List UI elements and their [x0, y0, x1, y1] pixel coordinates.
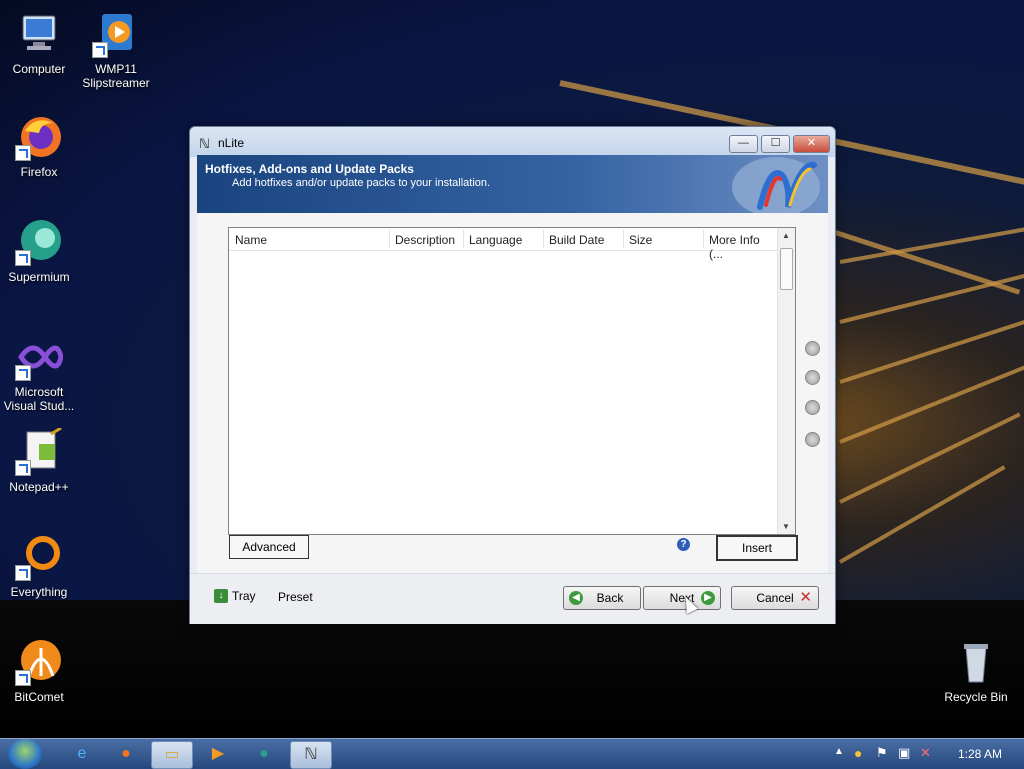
column-header-name[interactable]: Name: [235, 233, 267, 247]
taskbar: e ● ▭ ▶ ● ℕ ▲ ● ⚑ ▣ ✕ 1:28 AM: [0, 738, 1024, 769]
cancel-label: Cancel: [756, 591, 794, 605]
list-scrollbar[interactable]: ▲ ▼: [777, 228, 795, 534]
desktop-icon-label: Computer: [12, 62, 66, 76]
computer-icon: [15, 10, 63, 58]
tray-status-icon[interactable]: ●: [854, 745, 862, 761]
desktop-icon-bitcomet[interactable]: BitComet: [1, 638, 77, 704]
desktop-icon-label: WMP11 Slipstreamer: [82, 62, 150, 90]
wizard-footer: ↓ Tray Preset ◀ Back Next ▶ Cancel ✕: [190, 573, 835, 624]
desktop-icon-label: Recycle Bin: [944, 690, 1008, 704]
list-header: Name Description Language Build Date Siz…: [229, 228, 777, 261]
tray-button[interactable]: ↓ Tray: [214, 589, 256, 603]
supermium-icon: [15, 218, 63, 266]
shortcut-arrow-icon: [15, 670, 31, 686]
taskbar-ie-icon[interactable]: e: [62, 741, 102, 767]
insert-button[interactable]: Insert: [716, 535, 798, 561]
next-arrow-icon: ▶: [701, 591, 715, 605]
move-top-button[interactable]: [805, 341, 820, 356]
taskbar-supermium-icon[interactable]: ●: [244, 741, 284, 767]
move-down-button[interactable]: [805, 400, 820, 415]
tray-label: Tray: [232, 589, 256, 603]
minimize-button[interactable]: —: [729, 135, 758, 153]
desktop-icon-label: Microsoft Visual Stud...: [3, 385, 75, 413]
start-button[interactable]: [8, 739, 42, 769]
media-player-icon: [92, 10, 140, 58]
title-bar[interactable]: ℕ nLite — ☐ ✕: [190, 127, 835, 157]
maximize-button[interactable]: ☐: [761, 135, 790, 153]
desktop-icon-recycle-bin[interactable]: Recycle Bin: [938, 638, 1014, 704]
desktop-icon-computer[interactable]: Computer: [1, 10, 77, 76]
taskbar-explorer-icon[interactable]: ▭: [151, 741, 193, 769]
scroll-up-icon[interactable]: ▲: [782, 231, 790, 240]
back-arrow-icon: ◀: [569, 591, 583, 605]
network-icon[interactable]: ▣: [898, 745, 910, 761]
cancel-x-icon: ✕: [799, 589, 812, 606]
column-header-build-date[interactable]: Build Date: [549, 233, 604, 247]
desktop-icon-label: BitComet: [14, 690, 64, 704]
back-label: Back: [596, 591, 624, 605]
tray-icon: ↓: [214, 589, 228, 603]
desktop-icon-notepadpp[interactable]: Notepad++: [1, 426, 77, 494]
column-header-size[interactable]: Size: [629, 233, 652, 247]
scroll-down-icon[interactable]: ▼: [782, 522, 790, 531]
content-area: Name Description Language Build Date Siz…: [197, 213, 828, 573]
notepadpp-icon: [15, 426, 63, 476]
close-button[interactable]: ✕: [793, 135, 830, 153]
shortcut-arrow-icon: [15, 460, 31, 476]
back-button[interactable]: ◀ Back: [563, 586, 641, 610]
help-icon[interactable]: ?: [677, 538, 690, 551]
desktop-icon-label: Everything: [10, 585, 68, 599]
move-bottom-button[interactable]: [805, 432, 820, 447]
taskbar-media-player-icon[interactable]: ▶: [198, 741, 238, 767]
show-hidden-icons-icon[interactable]: ▲: [834, 746, 844, 757]
bitcomet-icon: [15, 638, 63, 686]
column-header-more-info[interactable]: More Info (...: [709, 233, 777, 261]
move-up-button[interactable]: [805, 370, 820, 385]
window-title: nLite: [218, 136, 245, 150]
packs-list[interactable]: Name Description Language Build Date Siz…: [228, 227, 796, 535]
nlite-icon: ℕ: [199, 136, 210, 151]
visual-studio-icon: [15, 333, 64, 381]
desktop-icon-supermium[interactable]: Supermium: [1, 218, 77, 284]
desktop-icon-firefox[interactable]: Firefox: [1, 113, 77, 179]
preset-button[interactable]: Preset: [278, 590, 313, 604]
desktop-icon-label: Notepad++: [9, 480, 69, 494]
nlite-window: ℕ nLite — ☐ ✕ Hotfixes, Add-ons and Upda…: [189, 126, 836, 624]
action-center-flag-icon[interactable]: ⚑: [876, 745, 888, 761]
shortcut-arrow-icon: [15, 145, 31, 161]
everything-icon: [15, 533, 63, 581]
shortcut-arrow-icon: [15, 365, 31, 381]
clock[interactable]: 1:28 AM: [958, 747, 1002, 761]
nlite-logo-icon: [732, 157, 820, 213]
desktop-icon-label: Supermium: [8, 270, 70, 284]
desktop-icon-wmp11[interactable]: WMP11 Slipstreamer: [78, 10, 154, 90]
shortcut-arrow-icon: [15, 250, 31, 266]
shortcut-arrow-icon: [15, 565, 31, 581]
desktop-icon-label: Firefox: [20, 165, 58, 179]
cancel-button[interactable]: Cancel ✕: [731, 586, 819, 610]
column-header-description[interactable]: Description: [395, 233, 455, 247]
column-header-language[interactable]: Language: [469, 233, 522, 247]
page-banner: Hotfixes, Add-ons and Update Packs Add h…: [197, 155, 828, 213]
desktop-icon-everything[interactable]: Everything: [1, 533, 77, 599]
shortcut-arrow-icon: [92, 42, 108, 58]
desktop-icon-visual-studio[interactable]: Microsoft Visual Stud...: [1, 333, 77, 413]
scrollbar-thumb[interactable]: [780, 248, 793, 290]
system-tray: ▲ ● ⚑ ▣ ✕ 1:28 AM: [814, 739, 1024, 769]
recycle-bin-icon: [952, 638, 1000, 686]
taskbar-firefox-icon[interactable]: ●: [106, 741, 146, 767]
volume-muted-icon[interactable]: ✕: [920, 745, 931, 761]
taskbar-nlite-icon[interactable]: ℕ: [290, 741, 332, 769]
advanced-button[interactable]: Advanced: [229, 535, 309, 559]
firefox-icon: [15, 113, 63, 161]
page-title: Hotfixes, Add-ons and Update Packs: [205, 162, 414, 176]
page-subtitle: Add hotfixes and/or update packs to your…: [232, 177, 491, 189]
